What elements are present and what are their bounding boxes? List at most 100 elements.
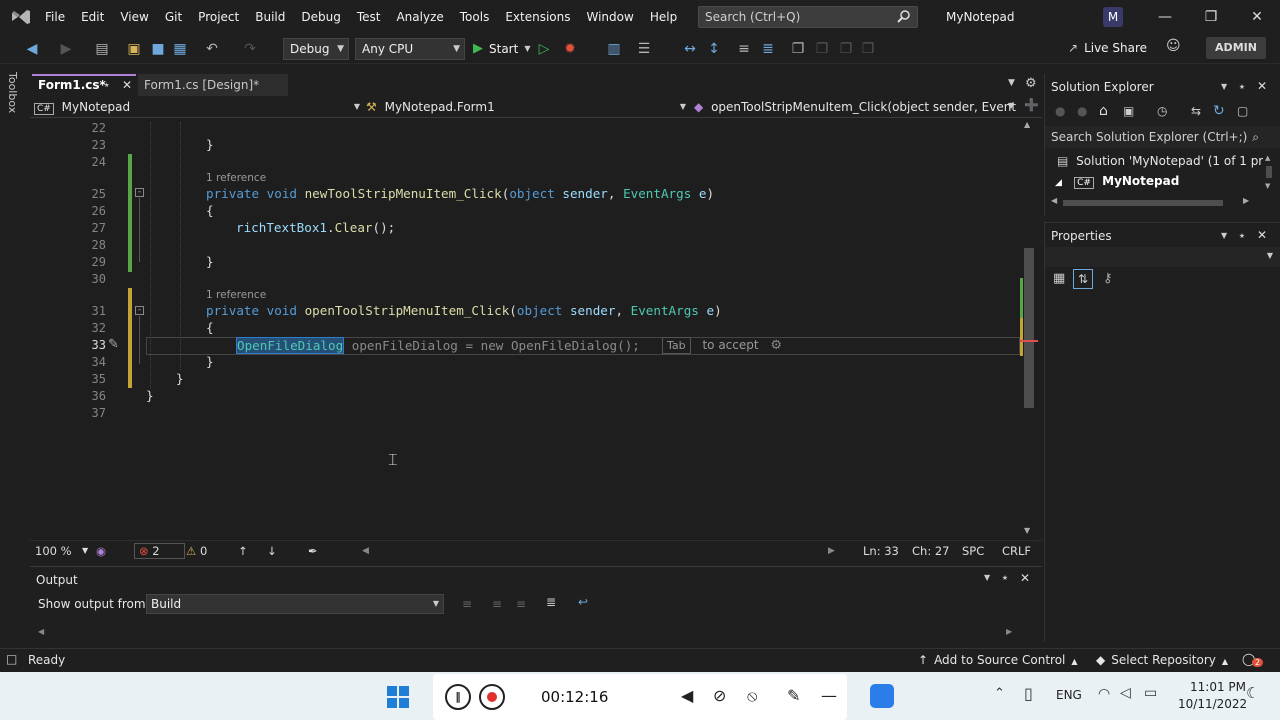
menu-git[interactable]: Git [157, 0, 190, 34]
health-icon[interactable]: ◉ [96, 541, 106, 561]
restore-icon[interactable]: ❐ [1188, 0, 1234, 34]
chevron-down-icon[interactable]: ▼ [82, 541, 88, 561]
collapse-icon[interactable]: - [135, 188, 144, 197]
scroll-up-icon[interactable]: ▲ [1265, 154, 1270, 162]
class-nav-select[interactable]: ⚒ MyNotepad.Form1 ▼ [366, 97, 686, 117]
tab-accept-hint[interactable]: Tab to accept ⚙ [662, 337, 782, 355]
new-item-icon[interactable]: ▤ [92, 39, 112, 59]
notifications-button[interactable]: ◯ 2 [1242, 652, 1264, 667]
scroll-right-icon[interactable]: ▶ [1006, 627, 1012, 636]
menu-analyze[interactable]: Analyze [388, 0, 451, 34]
bookmark-icon[interactable]: ❐ [788, 39, 808, 59]
toolbar-icon-c[interactable]: ↔ [680, 39, 700, 59]
tab-form1-design[interactable]: Form1.cs [Design]* [138, 74, 288, 96]
wifi-icon[interactable]: ◠ [1098, 686, 1110, 702]
menu-tools[interactable]: Tools [452, 0, 498, 34]
webcam-off-icon[interactable]: ⦸ [747, 686, 757, 706]
menu-help[interactable]: Help [642, 0, 685, 34]
clear-all-icon[interactable]: ≣ [546, 595, 556, 609]
codelens-reference[interactable]: 1 reference [206, 289, 266, 301]
vs-logo-icon[interactable] [10, 7, 32, 27]
whitespace-indicator[interactable]: SPC [962, 541, 984, 561]
toolbar-icon-a[interactable]: ▥ [604, 39, 624, 59]
select-repository-button[interactable]: ◆ Select Repository ▲ [1096, 653, 1228, 667]
close-icon[interactable]: ✕ [1257, 79, 1267, 93]
menu-build[interactable]: Build [247, 0, 293, 34]
hot-reload-icon[interactable]: ✹ [560, 39, 580, 59]
language-indicator[interactable]: ENG [1056, 688, 1082, 702]
line-ending-indicator[interactable]: CRLF [1002, 541, 1031, 561]
pin-icon[interactable]: ⭑ [1239, 80, 1245, 94]
clock-date[interactable]: 10/11/2022 [1178, 697, 1247, 711]
start-button[interactable]: ▶ Start ▼ [473, 38, 530, 60]
minimize-recorder-icon[interactable]: — [821, 686, 837, 705]
redo-icon[interactable]: ↷ [240, 39, 260, 59]
volume-icon[interactable]: ◁ [1120, 685, 1131, 701]
menu-view[interactable]: View [112, 0, 156, 34]
solution-search-box[interactable]: Search Solution Explorer (Ctrl+;) ⌕ [1045, 126, 1280, 148]
properties-object-select[interactable]: ▼ [1045, 247, 1280, 267]
split-icon[interactable]: ➕ [1024, 98, 1039, 112]
avatar[interactable]: M [1103, 7, 1123, 27]
battery-icon[interactable]: ▭ [1144, 685, 1157, 701]
mic-off-icon[interactable]: ⊘ [713, 686, 726, 705]
stop-button[interactable] [479, 684, 505, 710]
save-all-icon[interactable]: ▦ [170, 39, 190, 59]
pin-icon[interactable]: ⭑ [1002, 571, 1008, 585]
collapse-icon[interactable]: - [135, 306, 144, 315]
sync-icon[interactable]: ⇆ [1191, 104, 1201, 118]
focus-assist-icon[interactable]: ☾ [1246, 684, 1259, 702]
home-icon[interactable]: ⌂ [1099, 103, 1108, 119]
close-icon[interactable]: ✕ [1020, 571, 1030, 585]
scroll-left-icon[interactable]: ◀ [38, 627, 44, 636]
close-icon[interactable]: ✕ [122, 76, 132, 95]
pin-icon[interactable]: ⭑ [1239, 229, 1245, 243]
menu-file[interactable]: File [37, 0, 73, 34]
arrow-down-icon[interactable]: ↓ [267, 541, 277, 561]
tree-horizontal-scrollbar[interactable]: ◀ ▶ [1051, 196, 1255, 208]
scroll-left-icon[interactable]: ◀ [1051, 196, 1057, 205]
scroll-thumb[interactable] [1063, 200, 1223, 206]
menu-extensions[interactable]: Extensions [497, 0, 578, 34]
gear-icon[interactable]: ⚙ [770, 338, 782, 353]
collapse-all-icon[interactable]: ▢ [1237, 104, 1248, 118]
minimize-icon[interactable]: — [1142, 0, 1188, 34]
brush-icon[interactable]: ✒ [308, 541, 318, 561]
toolbar-icon-b[interactable]: ☰ [634, 39, 654, 59]
pause-button[interactable]: ‖ [445, 684, 471, 710]
comment-icon[interactable]: ≡ [734, 39, 754, 59]
expand-icon[interactable]: ◢ [1055, 178, 1062, 188]
close-icon[interactable]: ✕ [1234, 0, 1280, 34]
pin-icon[interactable]: ⭑ [104, 76, 109, 95]
forward-icon[interactable]: ● [1077, 104, 1087, 118]
bookmark-clear-icon[interactable]: ❐ [858, 39, 878, 59]
clock-time[interactable]: 11:01 PM [1190, 680, 1246, 694]
alphabetical-icon[interactable]: ⇅ [1073, 269, 1093, 289]
codelens-reference[interactable]: 1 reference [206, 172, 266, 184]
line-indicator[interactable]: Ln: 33 [863, 541, 899, 561]
bookmark-next-icon[interactable]: ❐ [836, 39, 856, 59]
windows-start-icon[interactable] [387, 686, 409, 708]
editor-vertical-scrollbar[interactable]: ▲ ▼ [1020, 118, 1038, 540]
menu-window[interactable]: Window [579, 0, 642, 34]
goto-next-icon[interactable]: ≡ [492, 597, 502, 611]
gear-icon[interactable]: ⚙ [1025, 76, 1037, 91]
platform-select[interactable]: Any CPU ▼ [355, 38, 465, 60]
save-icon[interactable]: ■ [148, 39, 168, 59]
close-icon[interactable]: ✕ [1257, 228, 1267, 242]
goto-prev-icon[interactable]: ≡ [462, 597, 472, 611]
tab-overflow-icon[interactable]: ▼ [1008, 78, 1015, 88]
config-select[interactable]: Debug ▼ [283, 38, 349, 60]
microphone-icon[interactable]: ▯ [1024, 684, 1033, 703]
warning-count[interactable]: 0 [200, 541, 207, 561]
scroll-thumb[interactable] [1024, 248, 1034, 408]
menu-test[interactable]: Test [349, 0, 389, 34]
scroll-right-icon[interactable]: ▶ [828, 541, 835, 561]
project-nav-select[interactable]: C# MyNotepad ▼ [34, 97, 360, 117]
bookmark-prev-icon[interactable]: ❐ [812, 39, 832, 59]
scroll-down-icon[interactable]: ▼ [1265, 182, 1270, 190]
tree-vertical-scrollbar[interactable]: ▲ ▼ [1263, 154, 1275, 194]
menu-project[interactable]: Project [190, 0, 247, 34]
back-icon[interactable]: ◀ [22, 39, 42, 59]
undo-icon[interactable]: ↶ [202, 39, 222, 59]
